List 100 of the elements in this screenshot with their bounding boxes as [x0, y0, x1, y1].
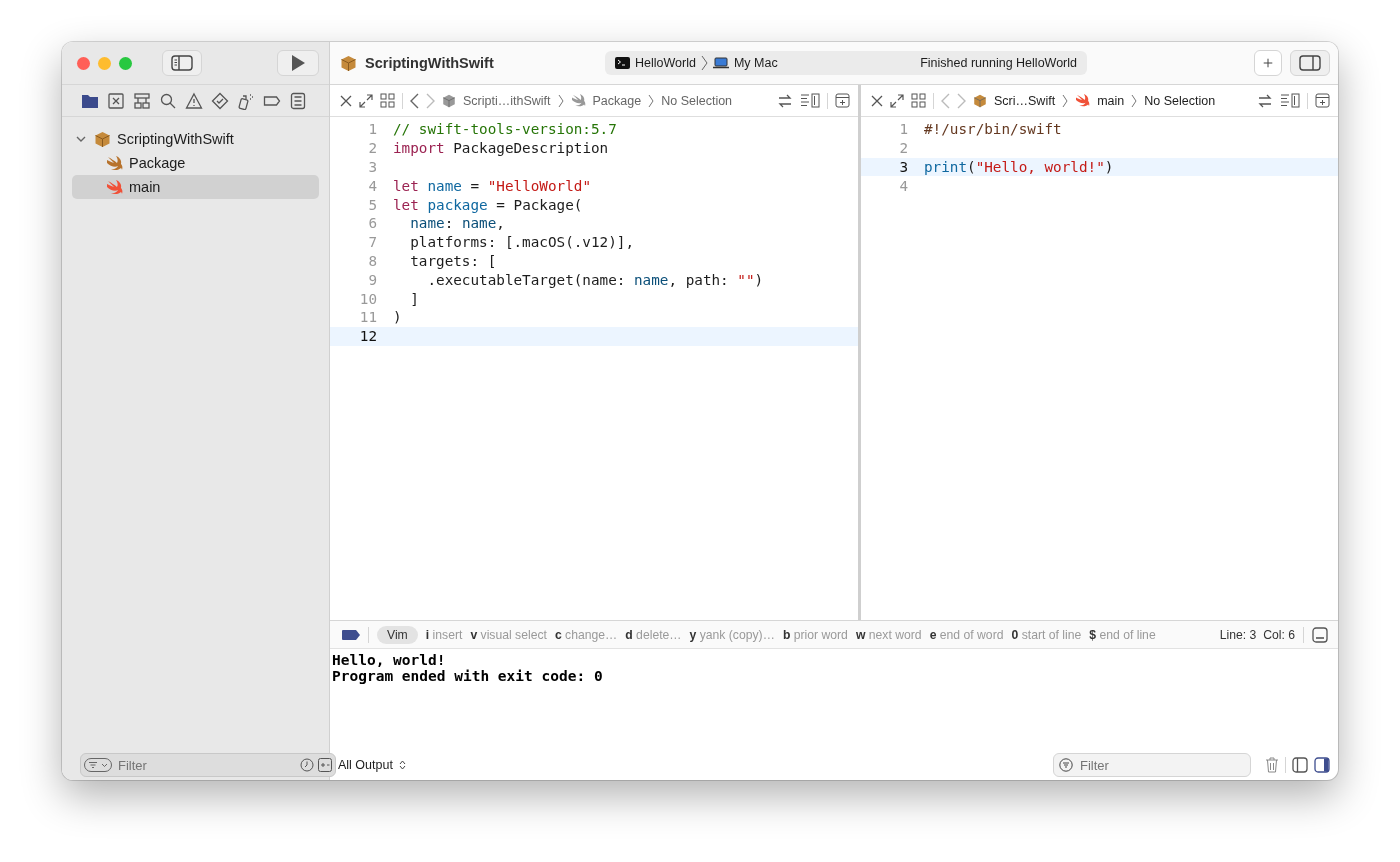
swap-icon[interactable] — [1257, 93, 1273, 108]
code-line: #!/usr/bin/swift — [924, 121, 1062, 138]
lines-icon[interactable] — [800, 93, 820, 108]
vim-hint: 0 start of line — [1011, 627, 1082, 642]
hierarchy-icon[interactable] — [133, 91, 151, 110]
lines-icon[interactable] — [1280, 93, 1300, 108]
left-panel-icon[interactable] — [1292, 757, 1308, 773]
vim-hint: i insert — [425, 627, 463, 642]
filter-input[interactable]: Filter — [1078, 756, 1245, 774]
output-menu[interactable]: All Output — [338, 758, 393, 772]
swift-icon — [106, 179, 123, 195]
vim-hint: c change… — [554, 627, 618, 642]
tree-item[interactable]: main — [72, 175, 319, 199]
breadcrumb[interactable]: main — [1097, 93, 1125, 108]
diamond-check-icon[interactable] — [211, 91, 229, 110]
tree-item[interactable]: ScriptingWithSwift — [72, 127, 319, 151]
vim-hint: y yank (copy)… — [689, 627, 775, 642]
run-destination[interactable]: My Mac — [733, 56, 778, 70]
vim-hint: $ end of line — [1089, 627, 1156, 642]
line-number: 1 — [898, 121, 909, 138]
line-number: 2 — [898, 140, 909, 157]
window-title: ScriptingWithSwift — [365, 55, 495, 71]
code-line: // swift-tools-version:5.7 — [393, 121, 617, 138]
plus-icon — [1263, 56, 1273, 70]
add-button[interactable] — [1254, 50, 1282, 76]
play-icon — [290, 54, 306, 72]
tag-icon[interactable] — [342, 629, 360, 640]
run-status: Finished running HelloWorld — [920, 56, 1077, 70]
filter-icon — [1059, 758, 1073, 772]
grid-icon[interactable] — [911, 93, 926, 108]
swap-icon[interactable] — [777, 93, 793, 108]
console-toggle-icon[interactable] — [1312, 626, 1328, 643]
chevron-down-icon[interactable] — [76, 134, 86, 144]
filter-options-icon[interactable] — [84, 758, 112, 772]
chevron-right-icon — [557, 93, 564, 108]
swift-icon — [570, 94, 586, 107]
close-icon[interactable] — [340, 94, 352, 107]
line-number: 4 — [898, 177, 909, 194]
filter-input[interactable]: Filter — [116, 756, 296, 774]
line-number: 6 — [367, 215, 378, 232]
code-line: import PackageDescription — [393, 140, 609, 157]
list-icon[interactable] — [289, 91, 307, 110]
vim-mode-badge: Vim — [377, 625, 418, 644]
breadcrumb[interactable]: Scri…Swift — [994, 93, 1056, 108]
trash-icon[interactable] — [1265, 757, 1279, 773]
filter-field[interactable]: Filter — [1053, 753, 1251, 777]
clock-icon[interactable] — [300, 758, 314, 772]
sidebar-toggle-button[interactable] — [162, 50, 202, 76]
filter-field[interactable]: Filter — [80, 753, 336, 777]
breadcrumb[interactable]: No Selection — [661, 93, 733, 108]
grid-icon[interactable] — [380, 93, 395, 108]
back-icon[interactable] — [410, 92, 419, 109]
line-number: 8 — [367, 252, 378, 269]
add-editor-icon[interactable] — [835, 93, 850, 108]
vim-hint: v visual select — [470, 627, 547, 642]
code-editor[interactable]: 1 #!/usr/bin/swift 2 3 print("Hello, world!") 4 — [861, 117, 1338, 620]
code-line: print("Hello, world!") — [924, 159, 1114, 175]
vim-hint: w next word — [855, 627, 922, 642]
swift-icon — [106, 155, 123, 171]
chevron-right-icon — [648, 93, 655, 108]
chevron-right-icon — [1131, 93, 1138, 108]
line-number: 3 — [898, 159, 909, 175]
vim-hint: b prior word — [782, 627, 848, 642]
add-editor-icon[interactable] — [1315, 93, 1330, 108]
tree-item-label: main — [129, 179, 161, 195]
laptop-icon — [712, 57, 729, 69]
line-number: 12 — [358, 328, 378, 345]
run-button[interactable] — [277, 50, 319, 76]
terminal-icon — [615, 57, 630, 69]
code-line: .executableTarget(name: name, path: "") — [426, 271, 764, 288]
breadcrumb[interactable]: No Selection — [1144, 93, 1216, 108]
line-number: 5 — [367, 196, 378, 213]
package-icon — [340, 54, 357, 72]
line-number: 3 — [367, 159, 378, 175]
panel-icon — [1299, 55, 1321, 71]
console-line: Program ended with exit code: 0 — [332, 668, 604, 684]
sidebar-icon — [171, 55, 193, 71]
line-number: 9 — [367, 271, 378, 288]
expand-icon[interactable] — [890, 93, 904, 108]
line-number: 11 — [358, 309, 378, 326]
tree-item-label: ScriptingWithSwift — [117, 131, 234, 147]
package-icon — [442, 93, 456, 108]
scheme-target[interactable]: HelloWorld — [635, 56, 696, 70]
breadcrumb[interactable]: Package — [592, 93, 642, 108]
breadcrumb[interactable]: Scripti…ithSwift — [463, 93, 551, 108]
right-panel-icon[interactable] — [1314, 757, 1330, 773]
expand-icon[interactable] — [359, 93, 373, 108]
updown-chevron-icon[interactable] — [398, 760, 406, 770]
spray-icon[interactable] — [237, 91, 255, 110]
issue-box-icon[interactable] — [107, 91, 125, 110]
tree-item-label: Package — [129, 155, 186, 171]
code-line: ] — [409, 290, 419, 307]
close-icon[interactable] — [871, 94, 883, 107]
plus-minus-icon[interactable] — [318, 758, 332, 772]
line-number: 1 — [367, 121, 378, 138]
warning-icon[interactable] — [185, 91, 203, 110]
inspector-toggle-button[interactable] — [1290, 50, 1330, 76]
tree-item[interactable]: Package — [72, 151, 319, 175]
chevron-right-icon — [1062, 93, 1069, 108]
search-icon[interactable] — [159, 91, 177, 110]
